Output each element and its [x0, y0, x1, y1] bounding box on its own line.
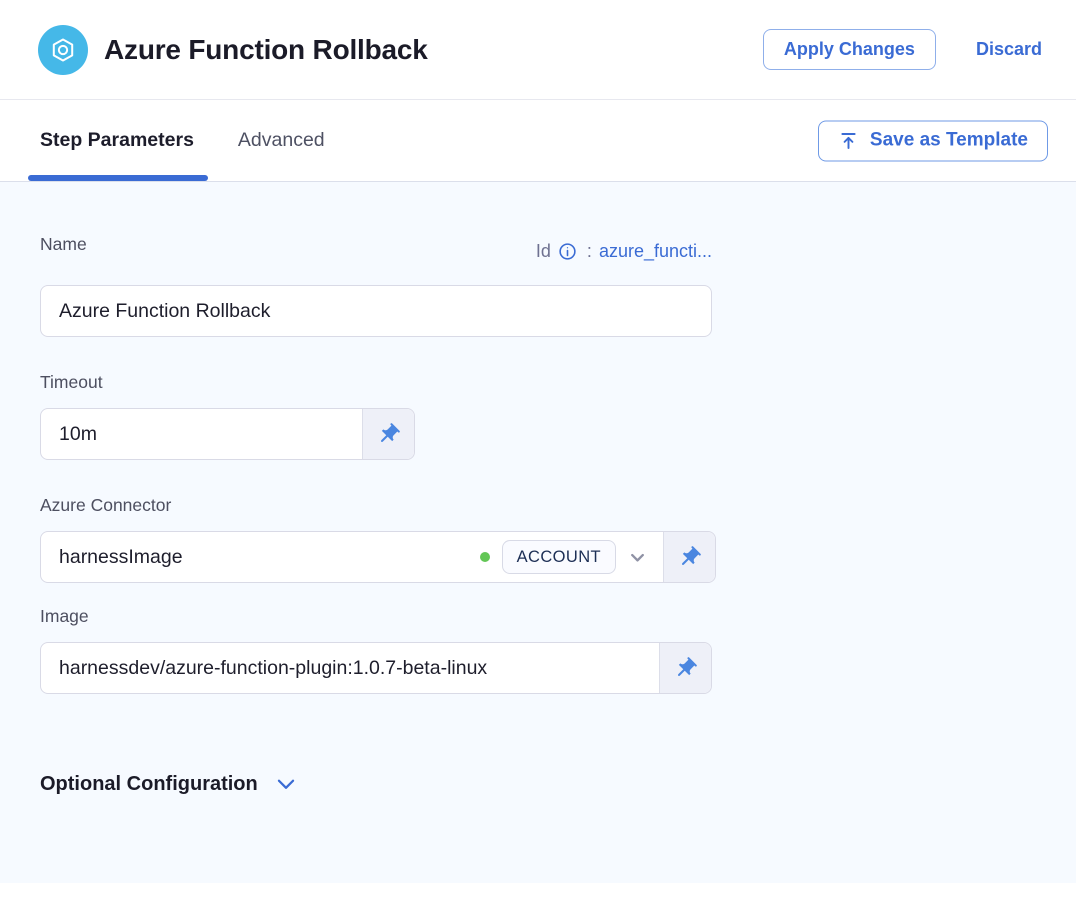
- chevron-down-icon: [626, 546, 649, 569]
- plugin-hexagon-icon: [38, 25, 88, 75]
- scope-badge: ACCOUNT: [502, 540, 616, 574]
- page-title: Azure Function Rollback: [104, 34, 428, 66]
- optional-configuration-label: Optional Configuration: [40, 773, 258, 796]
- name-input[interactable]: [41, 286, 711, 336]
- timeout-runtime-input-toggle[interactable]: [362, 409, 414, 459]
- chevron-down-icon: [273, 771, 299, 797]
- step-parameters-panel: Name Id : azure_functi... Timeout: [0, 182, 1076, 883]
- step-id-row: Id : azure_functi...: [536, 241, 712, 262]
- optional-configuration-toggle[interactable]: Optional Configuration: [40, 771, 299, 797]
- step-id-value[interactable]: azure_functi...: [599, 241, 712, 262]
- pin-icon: [673, 656, 698, 681]
- image-runtime-input-toggle[interactable]: [659, 643, 711, 693]
- timeout-input-box: [40, 408, 415, 460]
- tab-step-parameters-label: Step Parameters: [40, 129, 194, 152]
- id-separator: :: [587, 241, 592, 262]
- azure-connector-input-box: harnessImage ACCOUNT: [40, 531, 716, 583]
- image-input[interactable]: [41, 643, 659, 693]
- image-input-box: [40, 642, 712, 694]
- connector-dropdown-button[interactable]: [626, 546, 649, 569]
- connector-runtime-input-toggle[interactable]: [663, 532, 715, 582]
- id-label: Id: [536, 241, 551, 262]
- panel-header: Azure Function Rollback Apply Changes Di…: [0, 0, 1076, 100]
- save-as-template-label: Save as Template: [870, 130, 1028, 152]
- timeout-input[interactable]: [41, 409, 362, 459]
- azure-connector-value[interactable]: harnessImage: [41, 546, 480, 569]
- discard-button[interactable]: Discard: [976, 39, 1042, 60]
- name-label: Name: [40, 233, 87, 255]
- tab-step-parameters[interactable]: Step Parameters: [40, 100, 194, 181]
- azure-connector-label: Azure Connector: [40, 494, 1036, 516]
- info-icon[interactable]: [558, 242, 577, 261]
- name-input-box: [40, 285, 712, 337]
- pin-icon: [677, 545, 702, 570]
- connected-status-dot: [480, 552, 490, 562]
- tab-advanced[interactable]: Advanced: [238, 100, 325, 181]
- image-label: Image: [40, 605, 1036, 627]
- tab-advanced-label: Advanced: [238, 129, 325, 152]
- tabs-bar: Step Parameters Advanced Save as Templat…: [0, 100, 1076, 182]
- upload-icon: [838, 130, 859, 151]
- apply-changes-button[interactable]: Apply Changes: [763, 29, 936, 70]
- pin-icon: [376, 422, 401, 447]
- timeout-label: Timeout: [40, 371, 1036, 393]
- save-as-template-button[interactable]: Save as Template: [818, 120, 1048, 161]
